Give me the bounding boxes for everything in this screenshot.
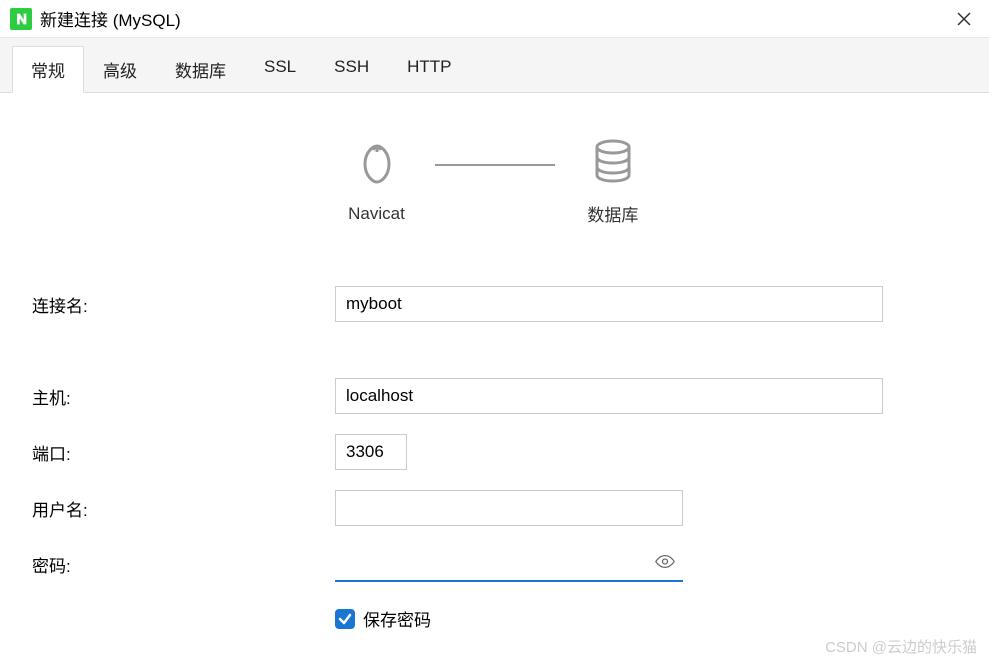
input-username[interactable]: [335, 490, 683, 526]
row-password: 密码:: [30, 546, 959, 582]
diagram-source-label: Navicat: [348, 204, 405, 224]
tab-ssl[interactable]: SSL: [245, 46, 315, 93]
row-connection-name: 连接名:: [30, 286, 959, 322]
navicat-app-icon: [10, 8, 32, 30]
watermark: CSDN @云边的快乐猫: [825, 636, 977, 657]
tab-bar: 常规 高级 数据库 SSL SSH HTTP: [0, 38, 989, 93]
input-connection-name[interactable]: [335, 286, 883, 322]
database-icon: [585, 133, 641, 189]
label-connection-name: 连接名:: [30, 292, 335, 317]
label-save-password: 保存密码: [363, 606, 431, 631]
tab-content: Navicat 数据库 连接名:: [0, 92, 989, 665]
diagram-connector: [435, 164, 555, 166]
diagram-source: Navicat: [348, 136, 405, 224]
dialog-window: 新建连接 (MySQL) 常规 高级 数据库 SSL SSH HTTP: [0, 0, 989, 665]
label-port: 端口:: [30, 440, 335, 465]
diagram-target-label: 数据库: [587, 201, 638, 226]
input-port[interactable]: [335, 434, 407, 470]
input-host[interactable]: [335, 378, 883, 414]
connection-diagram: Navicat 数据库: [30, 133, 959, 226]
input-password[interactable]: [335, 546, 683, 582]
row-save-password: 保存密码: [335, 606, 959, 631]
tab-general[interactable]: 常规: [12, 46, 84, 93]
titlebar: 新建连接 (MySQL): [0, 0, 989, 38]
row-port: 端口:: [30, 434, 959, 470]
row-host: 主机:: [30, 378, 959, 414]
checkbox-save-password[interactable]: [335, 609, 355, 629]
label-username: 用户名:: [30, 496, 335, 521]
tab-advanced[interactable]: 高级: [84, 46, 156, 93]
close-button[interactable]: [949, 7, 979, 31]
tab-database[interactable]: 数据库: [156, 46, 245, 93]
label-password: 密码:: [30, 552, 335, 577]
tab-http[interactable]: HTTP: [388, 46, 470, 93]
diagram-target: 数据库: [585, 133, 641, 226]
tab-ssh[interactable]: SSH: [315, 46, 388, 93]
window-title: 新建连接 (MySQL): [40, 6, 181, 31]
row-username: 用户名:: [30, 490, 959, 526]
navicat-icon: [349, 136, 405, 192]
label-host: 主机:: [30, 384, 335, 409]
eye-icon[interactable]: [655, 552, 675, 577]
connection-form: 连接名: 主机: 端口: 用户名: 密码:: [30, 286, 959, 631]
